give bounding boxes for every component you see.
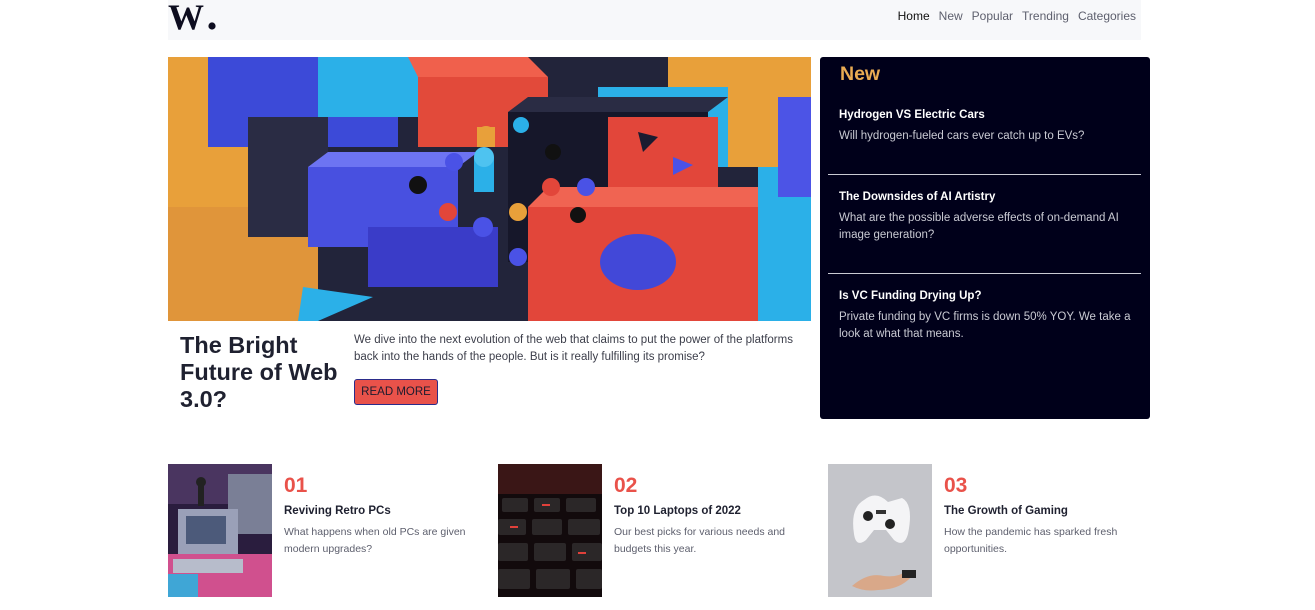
article-title[interactable]: Reviving Retro PCs — [284, 505, 391, 517]
article-title[interactable]: The Growth of Gaming — [944, 505, 1068, 517]
nav-home[interactable]: Home — [898, 9, 930, 23]
article-card[interactable]: 03 The Growth of Gaming How the pandemic… — [828, 464, 1138, 597]
read-more-button[interactable]: READ MORE — [354, 379, 438, 405]
brand-logo[interactable]: W — [168, 0, 228, 34]
main-nav: Home New Popular Trending Categories — [889, 9, 1136, 23]
nav-categories[interactable]: Categories — [1078, 9, 1136, 23]
hero-image — [168, 57, 811, 321]
article-description: How the pandemic has sparked fresh oppor… — [944, 526, 1118, 555]
new-item[interactable]: Is VC Funding Drying Up? Private funding… — [839, 289, 1134, 343]
article-number: 03 — [944, 474, 968, 497]
divider — [828, 174, 1141, 175]
svg-text:W: W — [168, 0, 204, 34]
new-section-title: New — [840, 63, 881, 85]
new-item[interactable]: The Downsides of AI Artistry What are th… — [839, 190, 1134, 244]
article-card[interactable]: 01 Reviving Retro PCs What happens when … — [168, 464, 478, 597]
nav-new[interactable]: New — [939, 9, 963, 23]
divider — [828, 273, 1141, 274]
new-articles-panel: New Hydrogen VS Electric Cars Will hydro… — [820, 57, 1150, 419]
retro-pc-image[interactable] — [168, 464, 272, 597]
article-number: 02 — [614, 474, 638, 497]
nav-popular[interactable]: Popular — [972, 9, 1013, 23]
new-item-description: Private funding by VC firms is down 50% … — [839, 311, 1131, 340]
article-number: 01 — [284, 474, 308, 497]
article-title[interactable]: Top 10 Laptops of 2022 — [614, 505, 741, 517]
new-item-title[interactable]: Is VC Funding Drying Up? — [839, 289, 1134, 303]
new-item-description: What are the possible adverse effects of… — [839, 212, 1119, 241]
article-card[interactable]: 02 Top 10 Laptops of 2022 Our best picks… — [498, 464, 808, 597]
keyboard-image[interactable] — [498, 464, 602, 597]
new-item-description: Will hydrogen-fueled cars ever catch up … — [839, 130, 1085, 142]
top-navbar: W Home New Popular Trending Categories — [168, 0, 1141, 40]
article-description: What happens when old PCs are given mode… — [284, 526, 466, 555]
new-item-title[interactable]: Hydrogen VS Electric Cars — [839, 108, 1134, 122]
new-item-title[interactable]: The Downsides of AI Artistry — [839, 190, 1134, 204]
article-description: Our best picks for various needs and bud… — [614, 526, 786, 555]
nav-trending[interactable]: Trending — [1022, 9, 1069, 23]
hero-description: We dive into the next evolution of the w… — [354, 334, 793, 363]
game-controller-image[interactable] — [828, 464, 932, 597]
hero-title: The Bright Future of Web 3.0? — [180, 332, 338, 412]
new-item[interactable]: Hydrogen VS Electric Cars Will hydrogen-… — [839, 108, 1134, 145]
